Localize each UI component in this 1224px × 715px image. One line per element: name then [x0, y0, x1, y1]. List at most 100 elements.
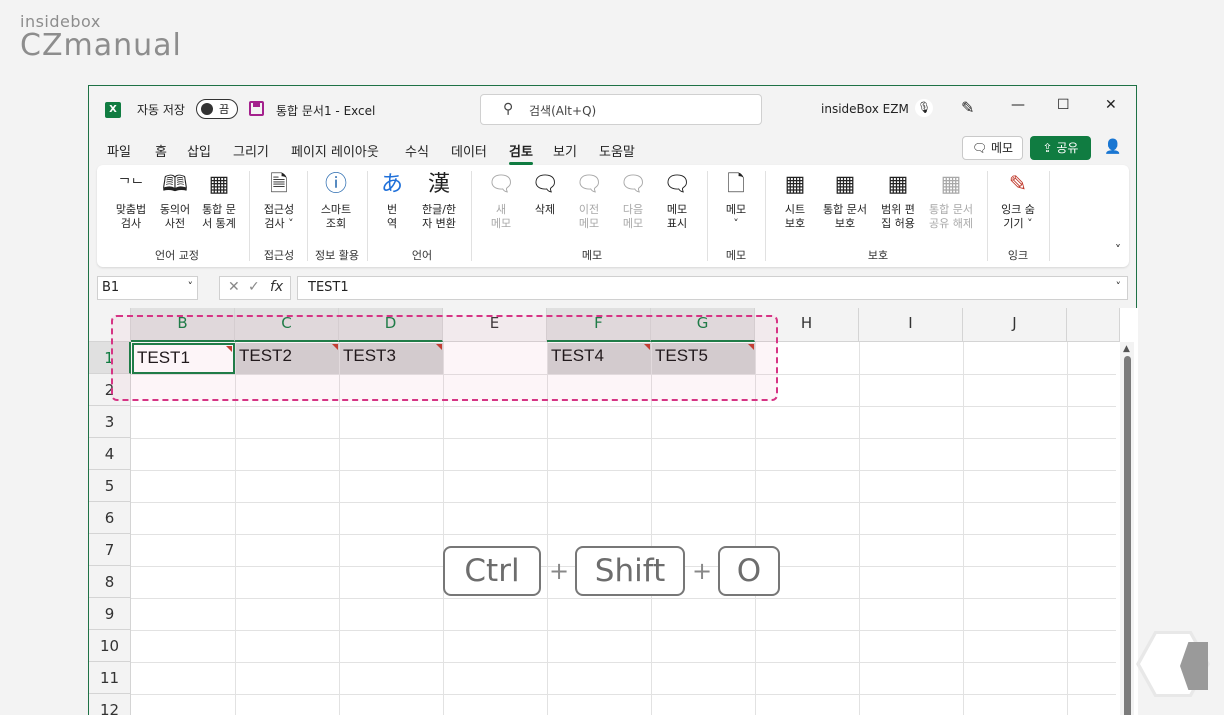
search-box[interactable]: ⚲ 검색(Alt+Q) [480, 94, 762, 125]
hide-ink-label2: 기기 ˅ [1003, 217, 1033, 230]
scrollbar-thumb[interactable] [1124, 356, 1131, 715]
delete-comment-button[interactable]: 🗨 삭제 [523, 171, 567, 217]
row-header-7[interactable]: 7 [89, 534, 131, 566]
menu-draw[interactable]: 그리기 [233, 141, 269, 160]
microphone-icon[interactable]: 🎙 [915, 99, 933, 117]
toggle-state: 끔 [219, 103, 230, 116]
formula-input[interactable]: TEST1 ˅ [297, 276, 1128, 300]
smart-lookup-icon: ⓘ [324, 172, 347, 197]
row-header-10[interactable]: 10 [89, 630, 131, 662]
vertical-scrollbar[interactable]: ▲ [1120, 342, 1134, 715]
translate-button[interactable]: あ 번 역 [375, 171, 409, 231]
save-icon[interactable] [249, 101, 264, 116]
protect-sheet-button[interactable]: ▦ 시트 보호 [773, 171, 817, 231]
grid-line [131, 630, 1116, 631]
prev-comment-label1: 이전 [578, 203, 600, 216]
show-comments-button[interactable]: 🗨 메모 표시 [655, 171, 699, 231]
notes-button[interactable]: 🗋 메모 ˅ [715, 171, 757, 231]
row-header-9[interactable]: 9 [89, 598, 131, 630]
row-header-11[interactable]: 11 [89, 662, 131, 694]
menu-page-layout[interactable]: 페이지 레이아웃 [291, 141, 379, 160]
grid-line [131, 406, 1116, 407]
protect-workbook-button[interactable]: ▦ 통합 문서 보호 [817, 171, 873, 231]
protect-workbook-icon: ▦ [834, 172, 856, 197]
spellcheck-button[interactable]: ᄀᄂ 맞춤법 검사 [109, 171, 153, 231]
translate-label1: 번 [386, 203, 398, 216]
column-header-j[interactable]: J [963, 308, 1067, 342]
hide-ink-button[interactable]: ✎ 잉크 숨 기기 ˅ [995, 171, 1041, 231]
menu-help[interactable]: 도움말 [599, 141, 635, 160]
column-header-i[interactable]: I [859, 308, 963, 342]
column-header-k[interactable] [1067, 308, 1120, 342]
formula-value: TEST1 [308, 280, 349, 295]
new-comment-button[interactable]: 🗨 새 메모 [479, 171, 523, 231]
notes-label1: 메모 [725, 203, 747, 216]
scroll-up-icon[interactable]: ▲ [1123, 344, 1130, 354]
next-comment-button[interactable]: 🗨 다음 메모 [611, 171, 655, 231]
thesaurus-label1: 동의어 [159, 203, 191, 216]
menu-review[interactable]: 검토 [509, 141, 533, 165]
spellcheck-label2: 검사 [120, 217, 142, 230]
new-comment-label2: 메모 [490, 217, 512, 230]
expand-formula-icon[interactable]: ˅ [1116, 280, 1122, 293]
group-label-accessibility: 접근성 [263, 249, 295, 262]
comments-button[interactable]: 🗨 메모 [962, 136, 1023, 160]
thesaurus-button[interactable]: 🕮 동의어 사전 [153, 171, 197, 231]
insert-function-icon[interactable]: fx [270, 279, 283, 295]
row-header-12[interactable]: 12 [89, 694, 131, 715]
share-button[interactable]: ⇪ 공유 [1030, 136, 1091, 160]
maximize-button[interactable]: ☐ [1057, 97, 1070, 113]
name-box[interactable]: B1 ˅ [97, 276, 198, 300]
chevron-down-icon[interactable]: ˅ [188, 280, 194, 293]
menu-insert[interactable]: 삽입 [187, 141, 211, 160]
toggle-knob [201, 103, 213, 115]
group-separator [765, 171, 766, 261]
autosave-toggle[interactable]: 끔 [196, 99, 238, 119]
menu-file[interactable]: 파일 [107, 141, 131, 160]
group-label-comments: 메모 [581, 249, 603, 262]
next-comment-label2: 메모 [622, 217, 644, 230]
close-button[interactable]: ✕ [1105, 97, 1117, 113]
key-ctrl: Ctrl [443, 546, 541, 596]
unshare-workbook-button[interactable]: ▦ 통합 문서 공유 해제 [923, 171, 979, 231]
notes-icon: 🗋 [727, 172, 745, 197]
minimize-button[interactable]: — [1011, 97, 1025, 113]
grid-line [131, 438, 1116, 439]
row-header-4[interactable]: 4 [89, 438, 131, 470]
ribbon-collapse-icon[interactable]: ˅ [1115, 243, 1121, 257]
watermark-line2: CZmanual [20, 28, 182, 63]
allow-edit-ranges-button[interactable]: ▦ 범위 편 집 허용 [875, 171, 921, 231]
delete-comment-label1: 삭제 [534, 203, 556, 216]
menu-view[interactable]: 보기 [553, 141, 577, 160]
row-header-8[interactable]: 8 [89, 566, 131, 598]
document-title: 통합 문서1 - Excel [276, 104, 376, 118]
menu-home[interactable]: 홈 [155, 141, 167, 160]
cancel-icon[interactable]: ✕ [228, 279, 240, 295]
row-header-6[interactable]: 6 [89, 502, 131, 534]
smart-lookup-label2: 조회 [325, 217, 347, 230]
workbook-stats-button[interactable]: ▦ 통합 문 서 통계 [197, 171, 241, 231]
menu-data[interactable]: 데이터 [451, 141, 487, 160]
group-separator [1049, 171, 1050, 261]
spellcheck-icon: ᄀᄂ [118, 177, 144, 193]
group-separator [471, 171, 472, 261]
smart-lookup-button[interactable]: ⓘ 스마트 조회 [313, 171, 359, 231]
prev-comment-button[interactable]: 🗨 이전 메모 [567, 171, 611, 231]
group-separator [987, 171, 988, 261]
person-icon[interactable]: 👤 [1104, 139, 1121, 155]
row-header-3[interactable]: 3 [89, 406, 131, 438]
accessibility-button[interactable]: 🗎 접근성 검사 ˅ [255, 171, 303, 231]
user-name[interactable]: insideBox EZM [821, 102, 909, 116]
plus-icon: + [692, 557, 713, 585]
excel-window: X 자동 저장 끔 통합 문서1 - Excel ⚲ 검색(Alt+Q) ins… [88, 85, 1138, 715]
enter-icon[interactable]: ✓ [248, 279, 260, 295]
hanja-button[interactable]: 漢 한글/한 자 변환 [415, 171, 463, 231]
menu-formulas[interactable]: 수식 [405, 141, 429, 160]
search-placeholder: 검색(Alt+Q) [529, 104, 597, 118]
translate-icon: あ [380, 172, 403, 197]
group-separator [707, 171, 708, 261]
pen-icon[interactable]: ✎ [961, 98, 974, 117]
workbook-stats-label2: 서 통계 [202, 217, 236, 230]
next-comment-icon: 🗨 [619, 172, 647, 197]
row-header-5[interactable]: 5 [89, 470, 131, 502]
